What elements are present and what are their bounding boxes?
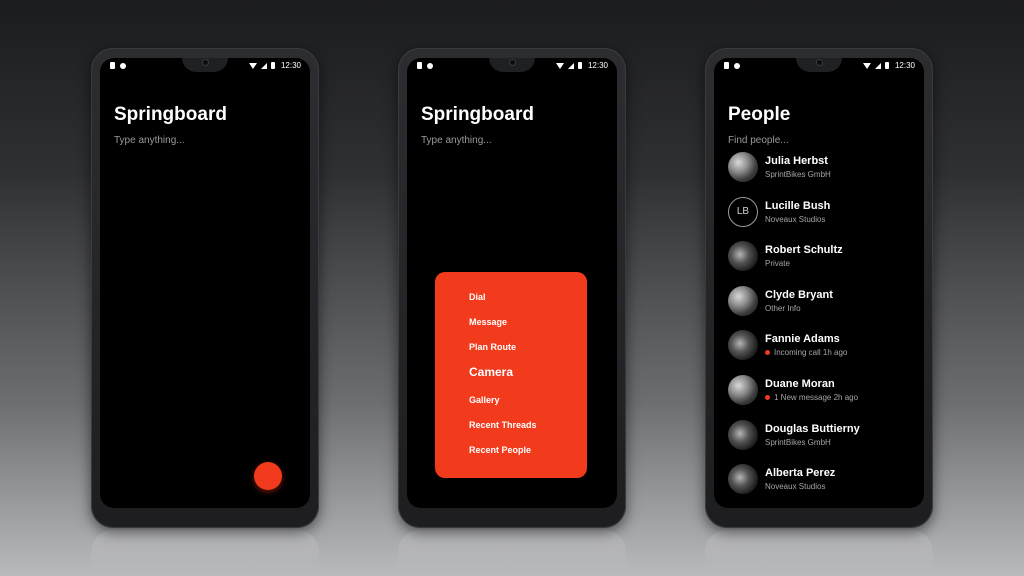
contact-item[interactable]: Julia Herbst SprintBikes GmbH [728,152,918,197]
status-indicator-icon [765,394,770,400]
contact-subtitle: 1 New message 2h ago [765,393,858,402]
signal-icon [874,62,881,69]
phone-screen: 12:30 Springboard Type anything... [100,58,310,508]
signal-icon [567,62,574,69]
page-title: People [728,104,791,125]
contact-item[interactable]: LB Lucille Bush Noveaux Studios [728,196,918,242]
phone-people: 12:30 People Find people... Julia Herbst… [705,48,933,528]
notification-dot-icon [734,62,740,69]
status-bar: 12:30 [407,58,617,74]
page-title: Springboard [114,104,227,125]
contact-subtitle: SprintBikes GmbH [765,437,831,447]
contact-subtitle: Other Info [765,303,801,313]
avatar [728,152,758,182]
menu-item-recent-threads[interactable]: Recent Threads [469,419,587,444]
floating-action-button[interactable] [254,462,282,490]
wifi-icon [555,62,564,69]
phone-reflection [398,530,626,576]
contact-name: Julia Herbst [765,155,828,167]
search-input[interactable]: Find people... [728,135,789,146]
phone-screen: 12:30 People Find people... Julia Herbst… [714,58,924,508]
status-indicator-icon [765,350,770,356]
status-time: 12:30 [894,61,915,70]
action-menu: Dial Message Plan Route Camera Gallery R… [435,272,587,478]
contact-subtitle: Incoming call 1h ago [765,348,847,357]
menu-item-recent-people[interactable]: Recent People [469,444,587,469]
contact-item[interactable]: Douglas Buttierny SprintBikes GmbH [728,419,918,465]
phone-reflection [91,530,319,576]
avatar [728,464,758,495]
contact-subtitle: Private [765,259,790,269]
contact-name: Robert Schultz [765,244,843,257]
contact-name: Lucille Bush [765,199,831,212]
status-bar: 12:30 [100,58,310,74]
status-time: 12:30 [280,61,301,70]
search-input[interactable]: Type anything... [421,135,492,146]
contact-subtitle: Noveaux Studios [765,482,826,492]
battery-icon [577,62,582,69]
contact-item[interactable]: Clyde Bryant Other Info [728,285,918,331]
signal-icon [260,62,267,69]
menu-item-plan-route[interactable]: Plan Route [469,341,587,366]
phone-reflection [705,530,933,576]
contact-item[interactable]: Alberta Perez Noveaux Studios [728,464,918,508]
search-input[interactable]: Type anything... [114,135,185,146]
avatar [728,330,758,361]
contact-item[interactable]: Fannie Adams Incoming call 1h ago [728,330,918,375]
page-title: Springboard [421,104,534,125]
menu-item-gallery[interactable]: Gallery [469,394,587,419]
wifi-icon [862,62,871,69]
contact-name: Clyde Bryant [765,288,833,301]
avatar [728,374,758,405]
notification-dot-icon [427,62,433,69]
status-time: 12:30 [587,61,608,70]
status-bar: 12:30 [714,58,924,74]
phone-springboard-empty: 12:30 Springboard Type anything... [91,48,319,528]
contact-name: Fannie Adams [765,333,840,346]
sim-card-icon [110,62,115,69]
notification-dot-icon [120,62,126,69]
menu-item-dial[interactable]: Dial [469,291,587,316]
avatar: LB [728,196,758,227]
contact-subtitle: SprintBikes GmbH [765,170,831,179]
contact-name: Douglas Buttierny [765,422,860,435]
avatar [728,419,758,450]
phone-springboard-menu: 12:30 Springboard Type anything... Dial … [398,48,626,528]
battery-icon [270,62,275,69]
wifi-icon [248,62,257,69]
contact-item[interactable]: Duane Moran 1 New message 2h ago [728,374,918,420]
sim-card-icon [417,62,422,69]
contact-list: Julia Herbst SprintBikes GmbH LB Lucille… [728,152,918,508]
phone-screen: 12:30 Springboard Type anything... Dial … [407,58,617,508]
contact-item[interactable]: Robert Schultz Private [728,241,918,286]
sim-card-icon [724,62,729,69]
battery-icon [884,62,889,69]
contact-name: Alberta Perez [765,467,836,480]
menu-item-camera[interactable]: Camera [469,366,587,394]
menu-item-message[interactable]: Message [469,316,587,341]
avatar [728,285,758,316]
contact-name: Duane Moran [765,377,835,390]
avatar [728,241,758,272]
contact-subtitle: Noveaux Studios [765,214,826,224]
